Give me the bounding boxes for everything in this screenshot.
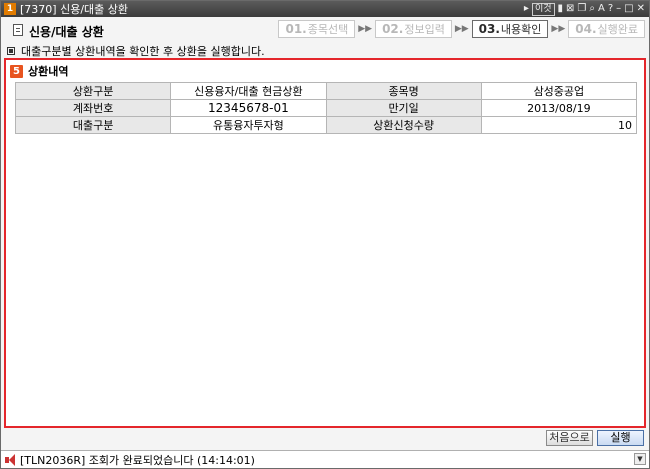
step-label: 내용확인 (500, 23, 542, 36)
step-number: 02. (382, 22, 404, 36)
step-arrow-icon: ▶▶ (454, 24, 469, 34)
repayment-panel: 5 상환내역 상환구분 신용융자/대출 현금상환 종목명 삼성중공업 계좌번호 … (4, 58, 646, 428)
step-2: 02. 정보입력 (375, 20, 452, 38)
step-number: 03. (478, 22, 500, 36)
loan-type-label: 대출구분 (14, 116, 172, 134)
close-icon[interactable]: ✕ (637, 2, 645, 16)
panel-title: 상환내역 (28, 65, 69, 78)
link-button[interactable]: 이것 (531, 2, 555, 16)
page-header: 신용/대출 상환 01. 종목선택 ▶▶ 02. 정보입력 ▶▶ 03. 내용확인 ▶… (1, 17, 649, 43)
title-bar: 1 [7370] 신용/대출 상환 ▸ 이것 ▮ ⊠ ❐ ⌕ A ? – □ ✕ (1, 1, 649, 17)
status-message: [TLN2036R] 조회가 완료되었습니다 (14:14:01) (20, 453, 255, 467)
stock-name-value: 삼성중공업 (480, 82, 638, 100)
table-row: 계좌번호 12345678-01 만기일 2013/08/19 (14, 99, 638, 117)
maturity-date-value: 2013/08/19 (480, 99, 638, 117)
step-number: 04. (575, 22, 597, 36)
app-window: 1 [7370] 신용/대출 상환 ▸ 이것 ▮ ⊠ ❐ ⌕ A ? – □ ✕… (0, 0, 650, 469)
step-arrow-icon: ▶▶ (551, 24, 566, 34)
stock-name-label: 종목명 (325, 82, 482, 100)
step-label: 종목선택 (307, 23, 349, 36)
step-4: 04. 실행완료 (568, 20, 645, 38)
account-number-label: 계좌번호 (14, 99, 172, 117)
arrow-icon[interactable]: ▸ (524, 2, 529, 16)
repayment-type-value: 신용융자/대출 현금상환 (170, 82, 327, 100)
status-dropdown-button[interactable]: ▼ (634, 453, 646, 465)
back-to-start-button[interactable]: 처음으로 (546, 430, 593, 446)
repayment-table: 상환구분 신용융자/대출 현금상환 종목명 삼성중공업 계좌번호 1234567… (14, 82, 638, 134)
page-title: 신용/대출 상환 (29, 25, 104, 39)
loan-type-value: 유통융자투자형 (170, 116, 327, 134)
zoom-icon[interactable]: ⌕ (589, 2, 595, 16)
repay-quantity-label: 상환신청수량 (325, 116, 482, 134)
panel-header: 5 상환내역 (10, 63, 68, 79)
repay-quantity-value: 10 (480, 116, 638, 134)
step-3: 03. 내용확인 (471, 20, 549, 38)
font-icon[interactable]: A (598, 2, 605, 16)
maturity-date-label: 만기일 (325, 99, 482, 117)
section-badge-icon: 5 (10, 64, 23, 78)
step-number: 01. (285, 22, 307, 36)
account-number-value: 12345678-01 (170, 99, 327, 117)
copy-icon[interactable]: ❐ (577, 2, 586, 16)
document-icon (13, 24, 23, 36)
status-bar: [TLN2036R] 조회가 완료되었습니다 (14:14:01) ▼ (1, 450, 649, 468)
repayment-type-label: 상환구분 (14, 82, 172, 100)
description-text: 대출구분별 상환내역을 확인한 후 상환을 실행합니다. (21, 45, 265, 58)
help-icon[interactable]: ? (608, 2, 613, 16)
step-1: 01. 종목선택 (278, 20, 356, 38)
execute-button[interactable]: 실행 (597, 430, 644, 446)
bullet-icon (7, 47, 15, 55)
table-row: 상환구분 신용융자/대출 현금상환 종목명 삼성중공업 (14, 82, 638, 100)
step-label: 정보입력 (404, 23, 445, 36)
x-box-icon[interactable]: ⊠ (566, 2, 574, 16)
speaker-icon (5, 453, 17, 466)
table-row: 대출구분 유통융자투자형 상환신청수량 10 (14, 116, 638, 134)
app-logo-icon: 1 (4, 3, 16, 15)
step-arrow-icon: ▶▶ (358, 24, 373, 34)
step-label: 실행완료 (597, 23, 638, 36)
window-title: [7370] 신용/대출 상환 (20, 3, 128, 16)
description: 대출구분별 상환내역을 확인한 후 상환을 실행합니다. (7, 43, 265, 59)
minimize-icon[interactable]: – (616, 2, 621, 16)
clipboard-icon[interactable]: ▮ (558, 2, 564, 16)
maximize-icon[interactable]: □ (624, 2, 633, 16)
title-bar-icons: ▸ 이것 ▮ ⊠ ❐ ⌕ A ? – □ ✕ (524, 2, 645, 16)
step-indicator: 01. 종목선택 ▶▶ 02. 정보입력 ▶▶ 03. 내용확인 ▶▶ 04. 실행완료 (278, 20, 645, 38)
